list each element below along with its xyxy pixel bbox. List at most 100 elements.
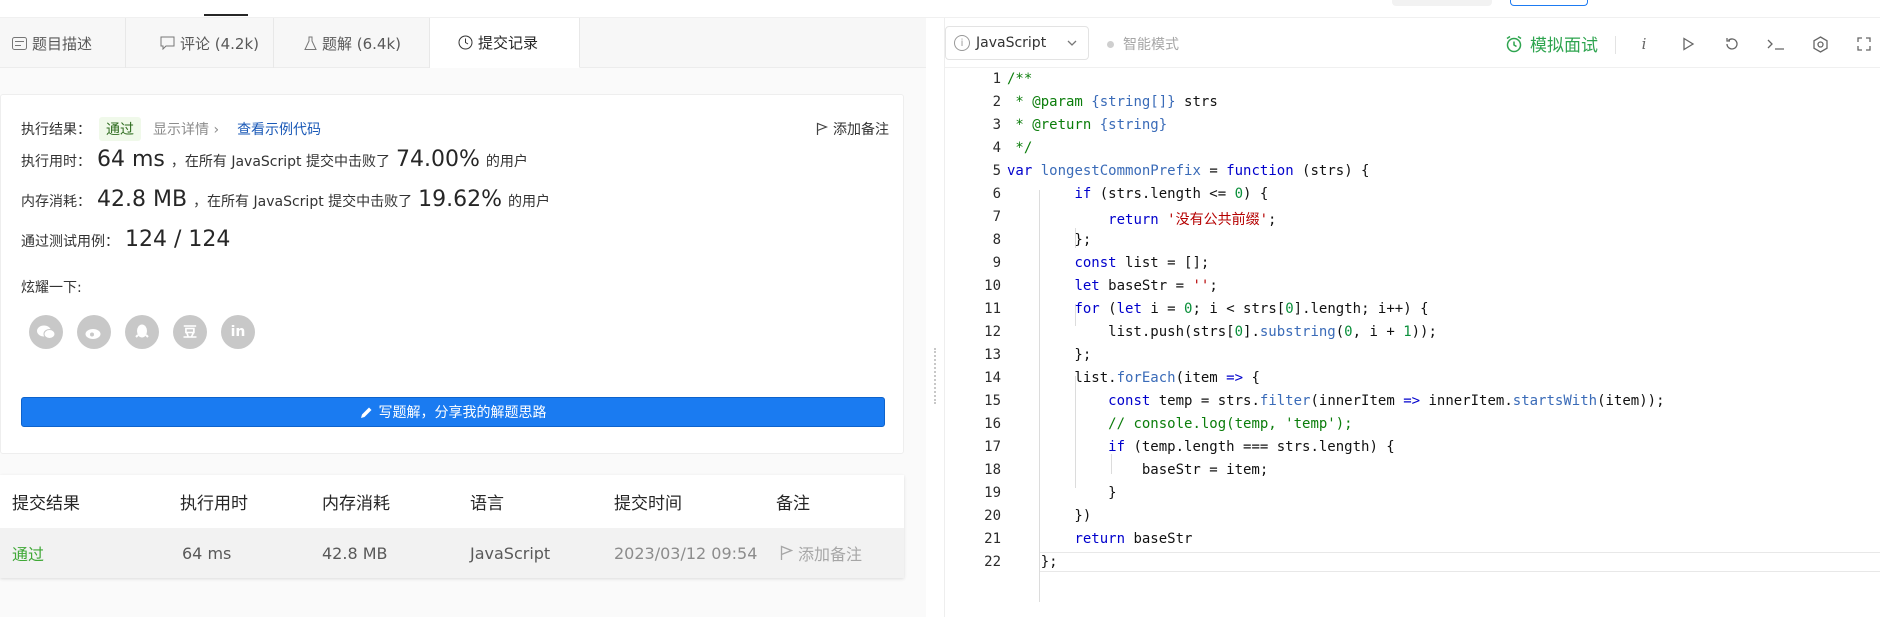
- line-number: 7: [992, 209, 1001, 225]
- line-number: 22: [984, 554, 1001, 570]
- runtime-percent: 74.00%: [395, 147, 480, 172]
- description-icon: [12, 36, 27, 50]
- line-number: 11: [984, 301, 1001, 317]
- result-link[interactable]: 通过: [12, 541, 44, 565]
- code-line: // console.log(temp, 'temp');: [1108, 416, 1353, 432]
- submissions-table: 提交结果 执行用时 内存消耗 语言 提交时间 备注 通过 64 ms 42.8 …: [0, 475, 904, 578]
- code-line: for (let i = 0; i < strs[0].length; i++)…: [1074, 301, 1429, 317]
- code-line: * @return {string}: [1007, 117, 1168, 133]
- table-row[interactable]: 通过 64 ms 42.8 MB JavaScript 2023/03/12 0…: [0, 528, 904, 578]
- code-line: var longestCommonPrefix = function (strs…: [1007, 163, 1370, 179]
- weibo-icon[interactable]: [77, 315, 111, 349]
- code-area[interactable]: 1 2 3 4 5 6 7 8 9 10 11 12 13 14 15 16 17 18 19 20 21 22 /** …: [945, 70, 1880, 617]
- console-icon[interactable]: [1765, 33, 1787, 55]
- left-panel: 题目描述 评论 (4.2k) 题解 (6.4k) 提交记录 执行结果： 通过 显…: [0, 18, 926, 617]
- mock-interview-button[interactable]: 模拟面试: [1505, 31, 1598, 56]
- panel-resize-handle[interactable]: [934, 348, 936, 404]
- active-nav-indicator: [204, 14, 248, 16]
- line-number: 13: [984, 347, 1001, 363]
- wechat-icon[interactable]: [29, 315, 63, 349]
- flag-icon: [816, 122, 828, 135]
- alarm-clock-icon: [1506, 35, 1522, 52]
- line-number: 4: [992, 140, 1001, 156]
- language-select[interactable]: i JavaScript: [945, 26, 1089, 60]
- tab-description[interactable]: 题目描述: [0, 18, 126, 68]
- code-line: }): [1007, 508, 1092, 524]
- submission-result-card: 执行结果： 通过 显示详情 › 查看示例代码 添加备注 执行用时： 64 ms …: [0, 94, 904, 454]
- top-bar: [0, 0, 1880, 18]
- editor-toolbar: i JavaScript 智能模式 模拟面试 i: [945, 18, 1880, 68]
- view-sample-code-link[interactable]: 查看示例代码: [237, 119, 321, 139]
- code-line: let baseStr = '';: [1074, 278, 1218, 294]
- code-line: baseStr = item;: [1007, 462, 1269, 478]
- memory-percent: 19.62%: [418, 187, 503, 212]
- memory-row: 内存消耗： 42.8 MB ，在所有 JavaScript 提交中击败了 19.…: [21, 187, 551, 212]
- line-number: 15: [984, 393, 1001, 409]
- code-line: };: [1007, 554, 1058, 570]
- run-icon[interactable]: [1677, 33, 1699, 55]
- line-number: 19: [984, 485, 1001, 501]
- smart-mode-toggle[interactable]: 智能模式: [1107, 34, 1179, 54]
- info-icon[interactable]: i: [1633, 33, 1655, 55]
- line-number: 20: [984, 508, 1001, 524]
- toolbar-divider: [1615, 36, 1616, 54]
- current-line-highlight: [1039, 552, 1880, 572]
- code-line: */: [1007, 140, 1033, 156]
- code-line: const temp = strs.filter(innerItem => in…: [1108, 393, 1665, 409]
- add-note-button[interactable]: 添加备注: [816, 119, 889, 139]
- code-line: * @param {string[]} strs: [1007, 94, 1218, 110]
- line-number: 21: [984, 531, 1001, 547]
- runtime-row: 执行用时： 64 ms ，在所有 JavaScript 提交中击败了 74.00…: [21, 147, 528, 172]
- memory-value: 42.8 MB: [97, 187, 188, 212]
- show-details-link[interactable]: 显示详情 ›: [153, 119, 219, 139]
- line-number: 5: [992, 163, 1001, 179]
- douban-icon[interactable]: 豆: [173, 315, 207, 349]
- tests-row: 通过测试用例： 124 / 124: [21, 227, 231, 252]
- chevron-down-icon: [1067, 40, 1077, 46]
- line-number: 17: [984, 439, 1001, 455]
- line-number: 6: [992, 186, 1001, 202]
- line-number: 8: [992, 232, 1001, 248]
- comment-icon: [160, 36, 175, 50]
- tests-value: 124 / 124: [125, 227, 231, 252]
- reset-icon[interactable]: [1721, 33, 1743, 55]
- line-number: 16: [984, 416, 1001, 432]
- flag-icon: [780, 545, 793, 560]
- flask-icon: [304, 36, 317, 51]
- line-number: 2: [992, 94, 1001, 110]
- runtime-value: 64 ms: [97, 147, 165, 172]
- line-number: 12: [984, 324, 1001, 340]
- row-add-note-button[interactable]: 添加备注: [780, 541, 862, 565]
- top-button-partial[interactable]: [1392, 0, 1492, 6]
- result-row: 执行结果： 通过 显示详情 › 查看示例代码: [21, 117, 321, 141]
- line-number: 3: [992, 117, 1001, 133]
- fullscreen-icon[interactable]: [1853, 33, 1875, 55]
- share-buttons: 豆 in: [29, 315, 255, 349]
- table-header: 提交结果 执行用时 内存消耗 语言 提交时间 备注: [12, 494, 810, 514]
- tab-comments[interactable]: 评论 (4.2k): [126, 18, 274, 68]
- problem-tabs: 题目描述 评论 (4.2k) 题解 (6.4k) 提交记录: [0, 18, 926, 68]
- tab-submissions[interactable]: 提交记录: [430, 18, 580, 68]
- code-line: const list = [];: [1074, 255, 1210, 271]
- linkedin-icon[interactable]: in: [221, 315, 255, 349]
- code-line: /**: [1007, 71, 1033, 87]
- code-line: }: [1007, 485, 1117, 501]
- clock-icon: [458, 35, 473, 50]
- line-number: 18: [984, 462, 1001, 478]
- share-label-row: 炫耀一下:: [21, 280, 82, 296]
- pencil-icon: [360, 407, 371, 418]
- code-line: return '没有公共前缀';: [1108, 212, 1277, 228]
- tab-solutions[interactable]: 题解 (6.4k): [274, 18, 430, 68]
- smart-mode-dot: [1107, 40, 1114, 48]
- code-line: };: [1007, 347, 1092, 363]
- code-line: };: [1007, 232, 1092, 248]
- write-solution-button[interactable]: 写题解，分享我的解题思路: [21, 397, 885, 427]
- code-line: list.push(strs[0].substring(0, i + 1));: [1007, 324, 1437, 340]
- top-button-outline-partial[interactable]: [1510, 0, 1588, 6]
- line-number: 10: [984, 278, 1001, 294]
- code-line: list.forEach(item => {: [1007, 370, 1260, 386]
- settings-icon[interactable]: [1809, 33, 1831, 55]
- qq-icon[interactable]: [125, 315, 159, 349]
- status-badge: 通过: [99, 117, 141, 141]
- code-editor-panel: i JavaScript 智能模式 模拟面试 i 1 2 3 4 5 6 7 8…: [944, 18, 1880, 617]
